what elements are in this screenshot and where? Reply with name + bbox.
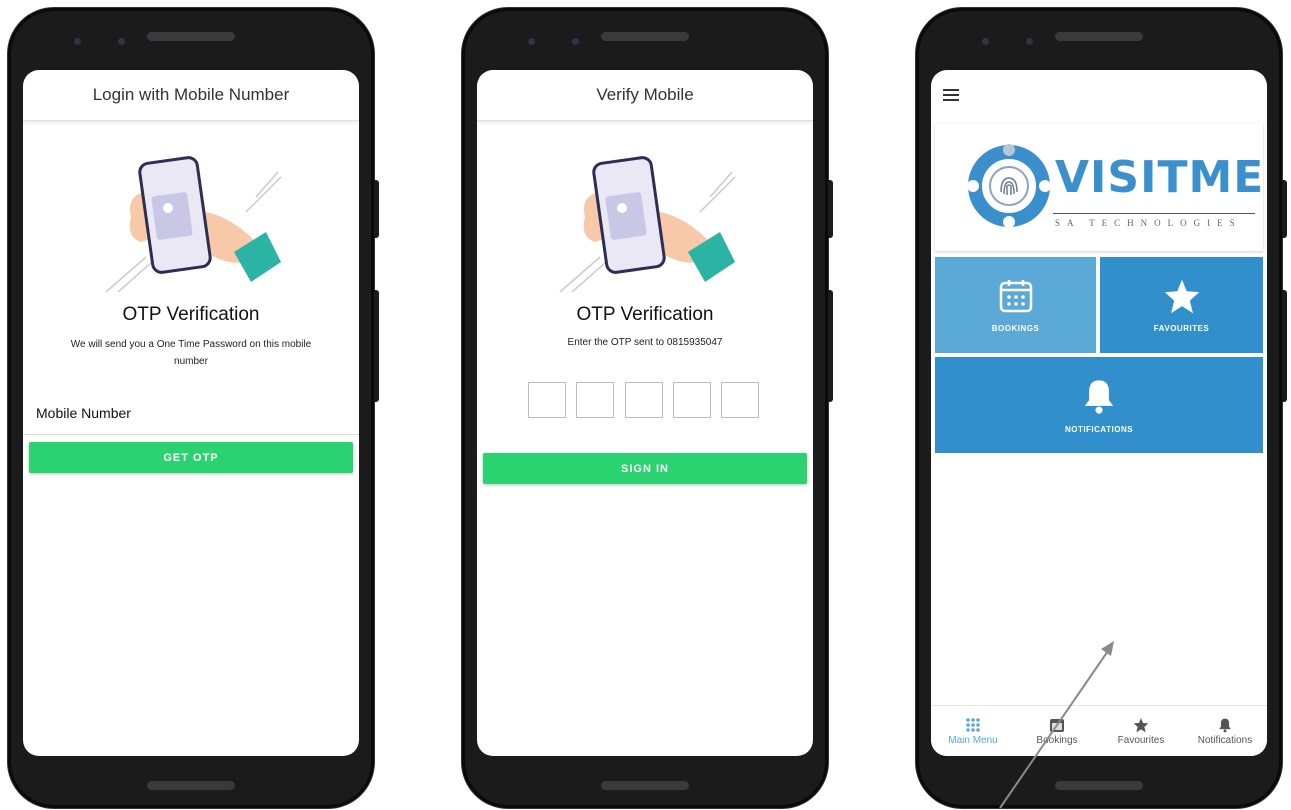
annotation-arrow [999, 641, 1114, 809]
